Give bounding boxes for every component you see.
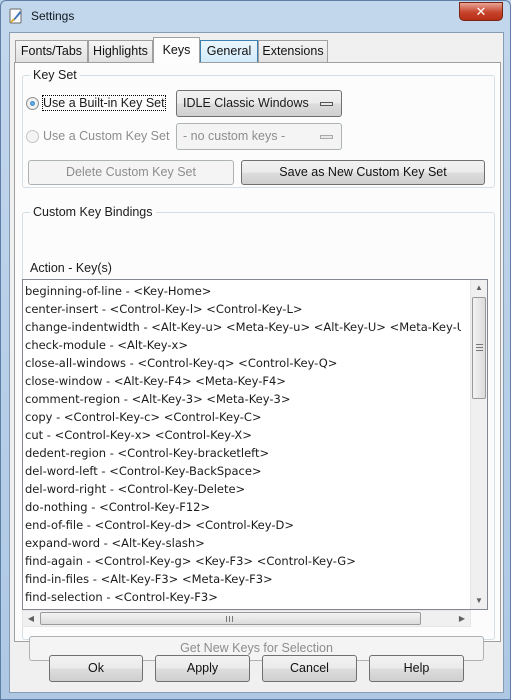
custom-keyset-radio[interactable] [26, 130, 39, 143]
option-menu-indicator-icon [320, 135, 333, 139]
scroll-up-arrow-icon[interactable]: ▲ [471, 280, 487, 296]
list-item[interactable]: del-word-left - <Control-Key-BackSpace> [24, 462, 461, 480]
grip-line [229, 616, 230, 622]
horizontal-scrollbar[interactable]: ◀ ▶ [22, 610, 471, 627]
custom-keyset-label[interactable]: Use a Custom Key Set [43, 129, 169, 143]
get-new-keys-label: Get New Keys for Selection [180, 641, 333, 655]
list-item[interactable]: del-word-right - <Control-Key-Delete> [24, 480, 461, 498]
idle-app-icon [8, 8, 24, 24]
option-menu-indicator-icon [320, 102, 333, 106]
tab-general[interactable]: General [200, 40, 258, 62]
grip-line [232, 616, 233, 622]
grip-line [476, 350, 483, 351]
custom-keyset-value: - no custom keys - [183, 129, 286, 143]
close-icon: ✕ [475, 4, 487, 19]
list-item[interactable]: comment-region - <Alt-Key-3> <Meta-Key-3… [24, 390, 461, 408]
tab-label: Highlights [93, 44, 148, 58]
scroll-right-arrow-icon[interactable]: ▶ [454, 611, 470, 626]
key-bindings-list[interactable]: beginning-of-line - <Key-Home> center-in… [22, 279, 488, 610]
list-header: Action - Key(s) [30, 261, 112, 275]
tab-label: Keys [162, 43, 191, 57]
list-item[interactable]: change-indentwidth - <Alt-Key-u> <Meta-K… [24, 318, 461, 336]
ok-button[interactable]: Ok [49, 655, 143, 682]
settings-window: Settings ✕ Fonts/Tabs Highlights Keys Ge… [0, 0, 511, 700]
cancel-button[interactable]: Cancel [262, 655, 357, 682]
builtin-keyset-radio[interactable] [26, 97, 39, 110]
grip-line [226, 616, 227, 622]
builtin-keyset-label[interactable]: Use a Built-in Key Set [42, 95, 166, 111]
custom-keyset-menu[interactable]: - no custom keys - [176, 123, 342, 150]
list-item[interactable]: dedent-region - <Control-Key-bracketleft… [24, 444, 461, 462]
list-item[interactable]: close-window - <Alt-Key-F4> <Meta-Key-F4… [24, 372, 461, 390]
key-set-group-title: Key Set [30, 68, 80, 82]
list-item[interactable]: expand-word - <Alt-Key-slash> [24, 534, 461, 552]
key-bindings-list-items: beginning-of-line - <Key-Home> center-in… [24, 282, 461, 607]
window-title: Settings [31, 9, 75, 23]
save-new-custom-keyset-label: Save as New Custom Key Set [279, 165, 447, 179]
list-item[interactable]: copy - <Control-Key-c> <Control-Key-C> [24, 408, 461, 426]
grip-line [476, 347, 483, 348]
keys-tab-panel: Key Set Use a Built-in Key Set IDLE Clas… [14, 62, 501, 661]
list-item[interactable]: end-of-file - <Control-Key-d> <Control-K… [24, 516, 461, 534]
help-button[interactable]: Help [369, 655, 464, 682]
list-item[interactable]: close-all-windows - <Control-Key-q> <Con… [24, 354, 461, 372]
list-item[interactable]: beginning-of-line - <Key-Home> [24, 282, 461, 300]
tab-label: Extensions [262, 44, 324, 58]
ok-label: Ok [88, 661, 104, 675]
apply-label: Apply [186, 661, 219, 675]
scroll-left-arrow-icon[interactable]: ◀ [23, 611, 39, 626]
list-item[interactable]: cut - <Control-Key-x> <Control-Key-X> [24, 426, 461, 444]
horizontal-scroll-thumb[interactable] [40, 612, 421, 625]
tab-fonts-tabs[interactable]: Fonts/Tabs [15, 40, 88, 62]
tab-extensions[interactable]: Extensions [258, 40, 328, 62]
list-item[interactable]: find-selection - <Control-Key-F3> [24, 588, 461, 606]
grip-line [476, 344, 483, 345]
custom-key-bindings-group-title: Custom Key Bindings [30, 205, 156, 219]
builtin-keyset-value: IDLE Classic Windows [183, 96, 309, 110]
list-item[interactable]: find-in-files - <Alt-Key-F3> <Meta-Key-F… [24, 570, 461, 588]
tab-highlights[interactable]: Highlights [88, 40, 153, 62]
delete-custom-keyset-button[interactable]: Delete Custom Key Set [28, 160, 234, 185]
save-new-custom-keyset-button[interactable]: Save as New Custom Key Set [241, 160, 485, 185]
vertical-scrollbar[interactable]: ▲ ▼ [470, 280, 487, 609]
window-close-button[interactable]: ✕ [459, 2, 503, 21]
apply-button[interactable]: Apply [155, 655, 250, 682]
cancel-label: Cancel [290, 661, 329, 675]
tab-label: General [206, 44, 252, 58]
list-item[interactable]: center-insert - <Control-Key-l> <Control… [24, 300, 461, 318]
dialog-body: Fonts/Tabs Highlights Keys General Exten… [9, 32, 504, 693]
tab-keys[interactable]: Keys [153, 37, 200, 63]
list-item[interactable]: find-again - <Control-Key-g> <Key-F3> <C… [24, 552, 461, 570]
builtin-keyset-menu[interactable]: IDLE Classic Windows [176, 90, 342, 117]
vertical-scroll-thumb[interactable] [472, 297, 486, 399]
help-label: Help [403, 661, 430, 675]
delete-custom-keyset-label: Delete Custom Key Set [66, 165, 196, 179]
list-item[interactable]: do-nothing - <Control-Key-F12> [24, 498, 461, 516]
tab-label: Fonts/Tabs [20, 44, 83, 58]
list-item[interactable]: check-module - <Alt-Key-x> [24, 336, 461, 354]
title-bar[interactable]: Settings ✕ [1, 1, 510, 31]
scroll-down-arrow-icon[interactable]: ▼ [471, 593, 487, 609]
